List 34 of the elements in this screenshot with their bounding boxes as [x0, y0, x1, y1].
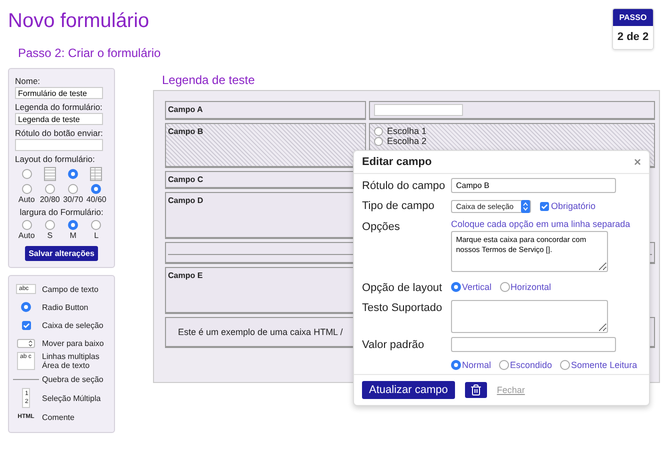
field-label: Layout do formulário: — [15, 154, 96, 164]
step-value: 2 de 2 — [616, 30, 650, 45]
option-label: 20/80 — [40, 195, 60, 204]
field-label: Legenda do formulário: — [15, 102, 104, 112]
option-label: Auto — [18, 195, 35, 204]
field-label: Opção de layout — [362, 280, 444, 296]
field-label: Campo E — [168, 271, 203, 280]
field-label: Tipo de campo — [362, 199, 436, 214]
option-label: 40/60 — [86, 195, 106, 204]
choice-label: Escolha 2 — [387, 136, 427, 146]
dialog-title: Editar campo — [362, 156, 432, 168]
field-label: Campo D — [168, 196, 204, 205]
field-label: Testo Suportado — [362, 301, 444, 316]
field-label: Rótulo do botão enviar: — [15, 128, 104, 138]
option-label: M — [70, 231, 76, 240]
hint-text: Coloque cada opção em uma linha separada — [451, 218, 632, 229]
field-label: largura do Formulário: — [18, 207, 104, 217]
form-caption: Legenda de teste — [162, 73, 256, 87]
option-label: L — [94, 231, 99, 240]
field-label: Campo C — [168, 175, 204, 184]
page-title: Novo formulário — [8, 10, 150, 33]
field-label: Rótulo do campo — [362, 179, 446, 194]
option-label: 30/70 — [63, 195, 84, 204]
field-label: Opções — [362, 220, 401, 235]
html-text: Este é um exemplo de uma caixa HTML / — [178, 327, 343, 337]
field-label: Campo A — [168, 105, 203, 114]
step-subtitle: Passo 2: Criar o formulário — [18, 46, 162, 60]
option-label: S — [47, 231, 53, 240]
field-label: Nome: — [15, 76, 42, 86]
option-label: Auto — [18, 231, 35, 240]
choice-label: Escolha 1 — [387, 126, 427, 136]
field-label: Campo B — [168, 127, 204, 136]
field-label: Valor padrão — [362, 338, 426, 354]
step-label: PASSO — [613, 9, 653, 26]
